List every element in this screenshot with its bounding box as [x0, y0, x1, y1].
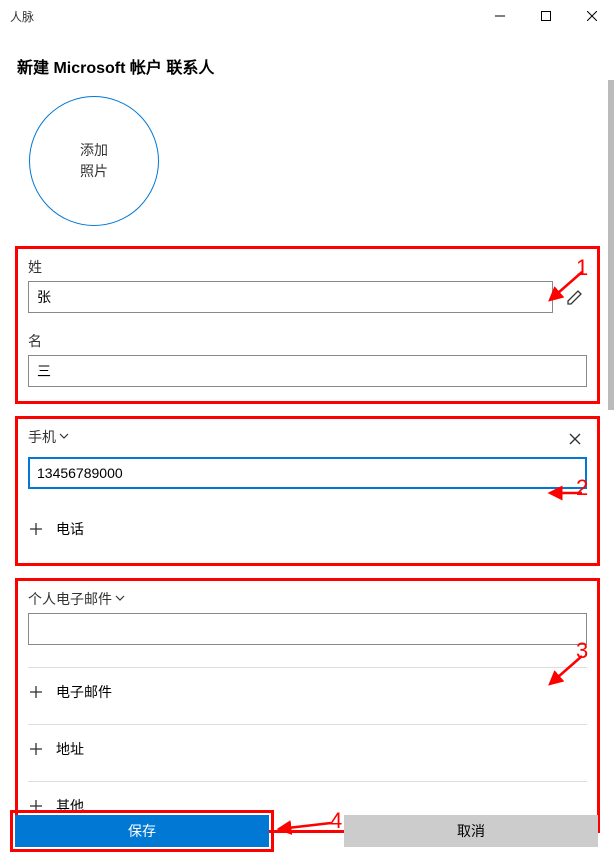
- name-section: 姓 名: [15, 246, 600, 404]
- add-email-button[interactable]: 电子邮件: [28, 667, 587, 716]
- firstname-label: 名: [28, 331, 587, 351]
- scrollbar[interactable]: [608, 80, 614, 410]
- clear-phone-icon[interactable]: [563, 433, 587, 445]
- email-input[interactable]: [28, 613, 587, 645]
- maximize-button[interactable]: [523, 0, 569, 32]
- phone-type-dropdown[interactable]: 手机: [28, 427, 70, 447]
- chevron-down-icon: [114, 591, 126, 607]
- email-section: 个人电子邮件 电子邮件 地址 其他: [15, 578, 600, 833]
- chevron-down-icon: [58, 429, 70, 445]
- page-title: 新建 Microsoft 帐户 联系人: [15, 32, 600, 86]
- save-button[interactable]: 保存: [15, 815, 269, 847]
- plus-icon: [28, 741, 44, 757]
- close-button[interactable]: [569, 0, 615, 32]
- window-title: 人脉: [10, 8, 34, 25]
- lastname-input[interactable]: [28, 281, 553, 313]
- add-phone-button[interactable]: 电话: [28, 505, 587, 553]
- edit-icon[interactable]: [563, 288, 587, 306]
- minimize-button[interactable]: [477, 0, 523, 32]
- window-controls: [477, 0, 615, 32]
- lastname-label: 姓: [28, 257, 587, 277]
- email-type-label: 个人电子邮件: [28, 589, 112, 609]
- phone-input[interactable]: [28, 457, 587, 489]
- plus-icon: [28, 521, 44, 537]
- save-highlight: 保存: [10, 810, 274, 852]
- add-email-label: 电子邮件: [56, 682, 112, 702]
- window-titlebar: 人脉: [0, 0, 615, 32]
- cancel-button[interactable]: 取消: [344, 815, 598, 847]
- add-phone-label: 电话: [56, 519, 84, 539]
- plus-icon: [28, 684, 44, 700]
- footer: 保存 取消: [10, 810, 605, 852]
- phone-section: 手机 电话: [15, 416, 600, 566]
- add-photo-button[interactable]: 添加 照片: [29, 96, 159, 226]
- add-address-button[interactable]: 地址: [28, 724, 587, 773]
- add-address-label: 地址: [56, 739, 84, 759]
- add-photo-label: 添加 照片: [80, 140, 108, 182]
- firstname-input[interactable]: [28, 355, 587, 387]
- email-type-dropdown[interactable]: 个人电子邮件: [28, 589, 587, 609]
- phone-type-label: 手机: [28, 427, 56, 447]
